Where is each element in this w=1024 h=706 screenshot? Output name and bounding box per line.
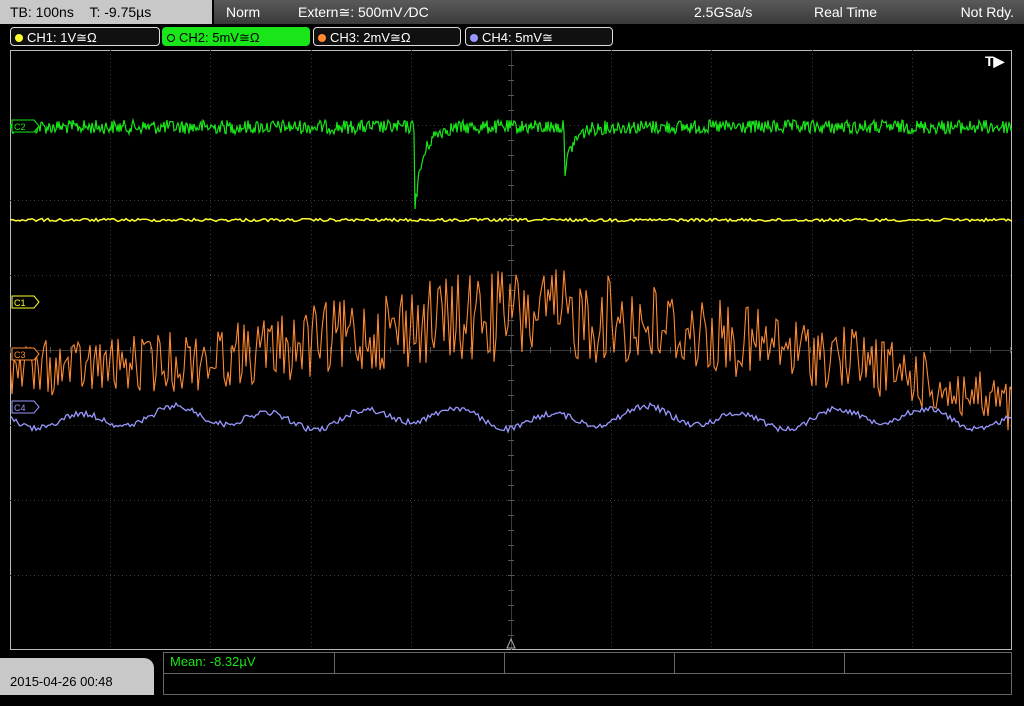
channel-1-button[interactable]: CH1: 1V≅Ω — [10, 27, 160, 46]
channel-4-dot-icon — [470, 34, 478, 42]
channel-4-ground-marker[interactable]: C4 — [11, 400, 40, 414]
channel-3-button[interactable]: CH3: 2mV≅Ω — [313, 27, 461, 46]
acquisition-mode: Real Time — [814, 4, 878, 20]
channel-2-button[interactable]: CH2: 5mV≅Ω — [162, 27, 310, 46]
measurement-row — [164, 673, 1011, 696]
channel-1-label: CH1: 1V≅Ω — [27, 30, 97, 45]
timebase-box[interactable]: TB: 100ns T: -9.75µs — [0, 0, 212, 24]
channel-3-ground-marker[interactable]: C3 — [11, 347, 40, 361]
top-status-bar: TB: 100ns T: -9.75µs Norm Extern≅: 500mV… — [0, 0, 1024, 24]
trigger-position-marker: T▶ — [985, 53, 1006, 69]
acquisition-status[interactable]: Norm Extern≅: 500mV ⁄DC 2.5GSa/s Real Ti… — [214, 0, 1024, 24]
channel-4-button[interactable]: CH4: 5mV≅ — [465, 27, 613, 46]
channel-2-dot-icon — [167, 34, 175, 42]
channel-3-dot-icon — [318, 34, 326, 42]
channel-2-ground-marker[interactable]: C2 — [11, 119, 40, 133]
channel-1-dot-icon — [15, 34, 23, 42]
measurement-cell[interactable] — [674, 653, 845, 673]
bottom-bar: 2015-04-26 00:48 Mean: -8.32µV — [0, 652, 1024, 695]
measurement-table: Mean: -8.32µV — [163, 652, 1012, 695]
channel-4-label: CH4: 5mV≅ — [482, 30, 553, 45]
measurement-cell[interactable] — [334, 653, 505, 673]
mean-measurement: Mean: -8.32µV — [170, 654, 256, 669]
date-time: 2015-04-26 00:48 — [0, 658, 154, 695]
sample-rate: 2.5GSa/s — [694, 4, 753, 20]
measurement-cell[interactable]: Mean: -8.32µV — [164, 653, 335, 673]
svg-text:C2: C2 — [14, 122, 26, 132]
channel-1-ground-marker[interactable]: C1 — [11, 295, 40, 309]
run-status: Not Rdy. — [960, 4, 1014, 20]
channel-2-label: CH2: 5mV≅Ω — [179, 30, 260, 45]
timebase-value: TB: 100ns — [10, 4, 74, 20]
svg-text:C3: C3 — [14, 350, 26, 360]
trigger-time-value: T: -9.75µs — [89, 4, 152, 20]
channel-bar: CH1: 1V≅Ω CH2: 5mV≅Ω CH3: 2mV≅Ω CH4: 5mV… — [0, 26, 1024, 48]
trigger-mode: Norm — [226, 4, 261, 20]
measurement-cell[interactable] — [504, 653, 675, 673]
svg-text:C4: C4 — [14, 403, 26, 413]
waveform-display[interactable]: T▶ C2 C1 C3 C4 — [10, 50, 1012, 650]
trigger-source: Extern≅: 500mV ⁄DC — [298, 4, 429, 20]
channel-3-label: CH3: 2mV≅Ω — [330, 30, 411, 45]
svg-text:C1: C1 — [14, 298, 26, 308]
